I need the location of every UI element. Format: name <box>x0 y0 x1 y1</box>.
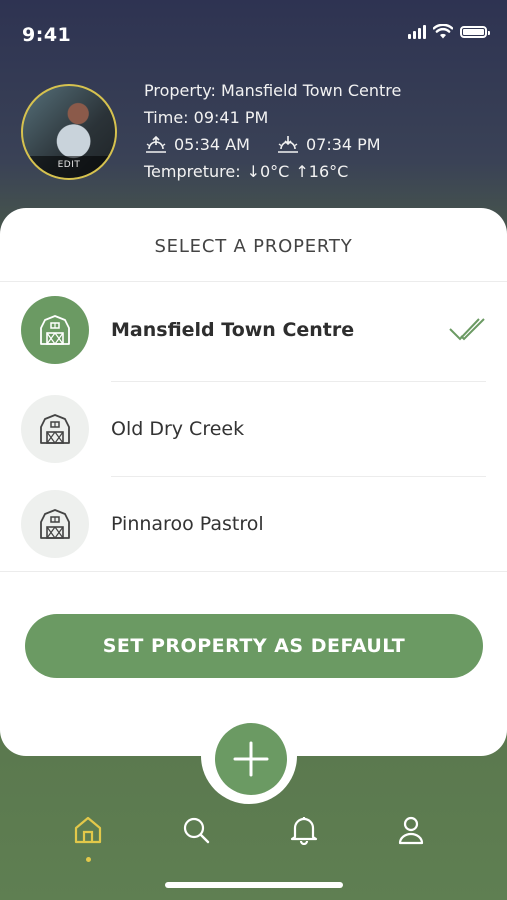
property-name: Old Dry Creek <box>111 418 245 440</box>
property-item-mansfield-town-centre[interactable]: Mansfield Town Centre <box>0 282 507 378</box>
bell-icon <box>290 817 318 845</box>
signal-icon <box>408 24 426 39</box>
avatar[interactable]: EDIT <box>21 84 117 180</box>
divider <box>0 571 507 572</box>
property-name: Mansfield Town Centre <box>111 319 355 341</box>
double-check-icon <box>449 318 485 341</box>
barn-icon <box>21 490 89 558</box>
temperature-line: Tempreture: ↓0°C ↑16°C <box>144 158 401 185</box>
plus-icon <box>233 741 269 777</box>
property-info: Property: Mansfield Town Centre Time: 09… <box>144 77 401 185</box>
home-icon <box>74 816 102 844</box>
barn-icon <box>21 395 89 463</box>
status-time: 9:41 <box>22 24 72 46</box>
temp-max: ↑16°C <box>295 161 349 181</box>
tab-notifications[interactable] <box>284 810 324 850</box>
sun-times: 05:34 AM 07:34 PM <box>144 131 401 158</box>
wifi-icon <box>433 24 453 39</box>
tab-search[interactable] <box>176 810 216 850</box>
set-default-button[interactable]: SET PROPERTY AS DEFAULT <box>25 614 483 678</box>
active-tab-indicator <box>86 857 91 862</box>
tab-profile[interactable] <box>391 810 431 850</box>
property-line: Property: Mansfield Town Centre <box>144 80 402 100</box>
user-icon <box>398 816 424 845</box>
status-icons <box>408 24 490 39</box>
temp-min: ↓0°C <box>246 161 290 181</box>
property-name: Pinnaroo Pastrol <box>111 513 264 535</box>
sunset-icon <box>277 135 298 153</box>
avatar-edit-label[interactable]: EDIT <box>23 156 115 178</box>
sunrise-icon <box>146 135 166 153</box>
add-button[interactable] <box>215 723 287 795</box>
app-screen: 9:41 EDIT Property: Mansfield Town Centr… <box>0 0 507 900</box>
property-item-pinnaroo-pastrol[interactable]: Pinnaroo Pastrol <box>0 476 507 572</box>
property-item-old-dry-creek[interactable]: Old Dry Creek <box>0 381 507 477</box>
sunset-time: 07:34 PM <box>305 134 381 154</box>
status-bar: 9:41 <box>0 0 507 70</box>
tab-home[interactable] <box>68 810 108 850</box>
temperature-label: Tempreture: <box>144 161 241 181</box>
card-title: SELECT A PROPERTY <box>154 236 353 257</box>
property-selector-card: SELECT A PROPERTY Mansfield Town Centre <box>0 208 507 756</box>
search-icon <box>183 817 210 844</box>
barn-icon <box>21 296 89 364</box>
battery-icon <box>460 25 490 38</box>
sunrise-time: 05:34 AM <box>174 134 250 154</box>
time-line: Time: 09:41 PM <box>144 107 269 127</box>
home-indicator[interactable] <box>165 882 343 888</box>
